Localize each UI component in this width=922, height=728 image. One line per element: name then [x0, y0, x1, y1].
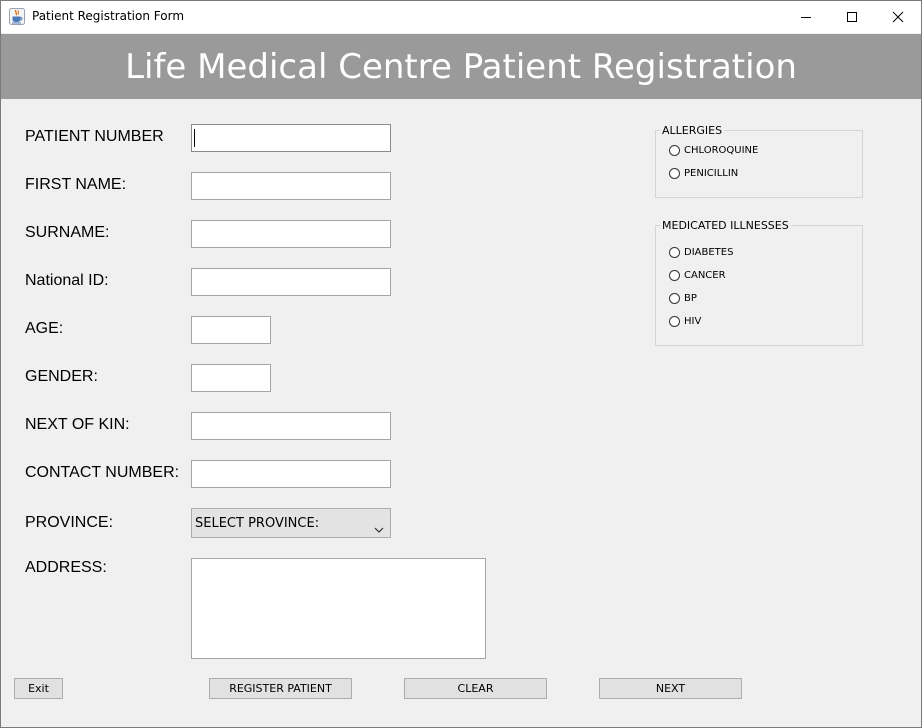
- age-label: AGE:: [25, 320, 64, 337]
- surname-label: SURNAME:: [25, 224, 110, 241]
- next-button[interactable]: NEXT: [599, 678, 742, 699]
- close-button[interactable]: [875, 1, 921, 33]
- province-label: PROVINCE:: [25, 514, 114, 531]
- contact-number-input[interactable]: [191, 460, 391, 488]
- age-input[interactable]: [191, 316, 271, 344]
- illnesses-group: [655, 225, 863, 346]
- java-cup-icon: [9, 8, 25, 25]
- illness-option-hiv[interactable]: HIV: [669, 316, 701, 327]
- minimize-button[interactable]: [783, 1, 829, 33]
- illness-option-label: CANCER: [684, 270, 726, 281]
- illness-option-bp[interactable]: BP: [669, 293, 697, 304]
- minimize-icon: [800, 11, 812, 23]
- next-of-kin-label: NEXT OF KIN:: [25, 416, 130, 433]
- radio-button[interactable]: [669, 247, 680, 258]
- illnesses-title: MEDICATED ILLNESSES: [660, 219, 791, 232]
- radio-button[interactable]: [669, 270, 680, 281]
- illness-option-label: BP: [684, 293, 697, 304]
- allergies-group: [655, 130, 863, 198]
- allergy-option-penicillin[interactable]: PENICILLIN: [669, 168, 738, 179]
- text-cursor: [194, 129, 195, 147]
- close-icon: [892, 11, 904, 23]
- province-select[interactable]: SELECT PROVINCE:: [191, 508, 391, 538]
- allergy-option-chloroquine[interactable]: CHLOROQUINE: [669, 145, 758, 156]
- title-bar[interactable]: Patient Registration Form: [1, 1, 921, 33]
- national-id-input[interactable]: [191, 268, 391, 296]
- window-title: Patient Registration Form: [32, 9, 185, 23]
- illness-option-cancer[interactable]: CANCER: [669, 270, 726, 281]
- next-of-kin-input[interactable]: [191, 412, 391, 440]
- radio-button[interactable]: [669, 293, 680, 304]
- contact-number-label: CONTACT NUMBER:: [25, 464, 180, 481]
- radio-button[interactable]: [669, 168, 680, 179]
- address-textarea[interactable]: [191, 558, 486, 659]
- illness-option-label: DIABETES: [684, 247, 734, 258]
- gender-label: GENDER:: [25, 368, 98, 385]
- surname-input[interactable]: [191, 220, 391, 248]
- allergy-option-label: CHLOROQUINE: [684, 145, 759, 156]
- illness-option-diabetes[interactable]: DIABETES: [669, 247, 733, 258]
- allergy-option-label: PENICILLIN: [684, 168, 739, 179]
- first-name-input[interactable]: [191, 172, 391, 200]
- allergies-title: ALLERGIES: [660, 124, 725, 137]
- maximize-button[interactable]: [829, 1, 875, 33]
- gender-input[interactable]: [191, 364, 271, 392]
- page-title: Life Medical Centre Patient Registration: [125, 46, 797, 87]
- national-id-label: National ID:: [25, 272, 109, 289]
- radio-button[interactable]: [669, 145, 680, 156]
- illness-option-label: HIV: [684, 316, 702, 327]
- application-window: Patient Registration Form Life Medical C…: [0, 0, 922, 728]
- page-title-banner: Life Medical Centre Patient Registration: [1, 34, 921, 99]
- chevron-down-icon: [374, 519, 384, 538]
- patient-number-label: PATIENT NUMBER: [25, 128, 164, 145]
- patient-number-input[interactable]: [191, 124, 391, 152]
- clear-button[interactable]: CLEAR: [404, 678, 547, 699]
- province-selected-value: SELECT PROVINCE:: [195, 516, 320, 531]
- maximize-icon: [846, 11, 858, 23]
- address-label: ADDRESS:: [25, 559, 107, 576]
- register-patient-button[interactable]: REGISTER PATIENT: [209, 678, 352, 699]
- first-name-label: FIRST NAME:: [25, 176, 127, 193]
- radio-button[interactable]: [669, 316, 680, 327]
- exit-button[interactable]: Exit: [14, 678, 63, 699]
